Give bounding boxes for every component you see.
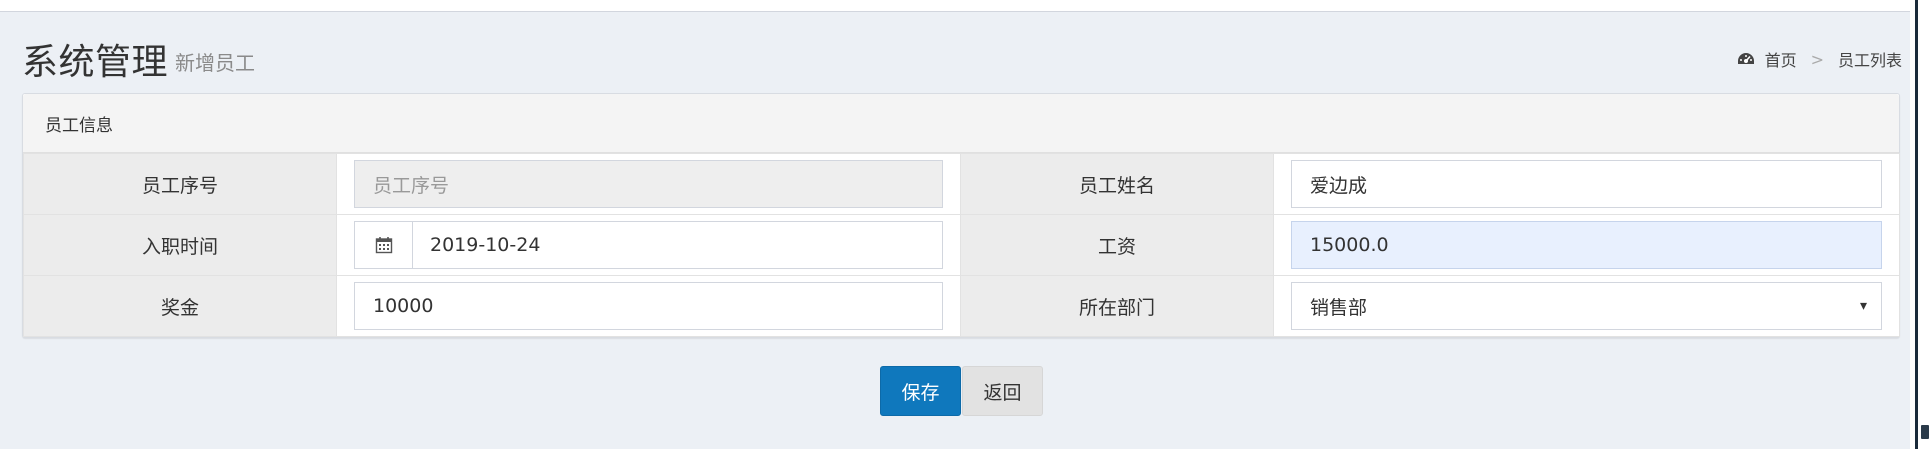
department-label: 所在部门 [960, 275, 1274, 337]
salary-input[interactable]: 15000.0 [1291, 221, 1882, 269]
window-edge-line [1915, 0, 1918, 449]
department-cell: 销售部 ▾ [1273, 275, 1900, 337]
employee-name-input[interactable]: 爱边成 [1291, 160, 1882, 208]
form-row: 入职时间 2019-10-24 工资 15000.0 [23, 214, 1900, 276]
employee-name-label: 员工姓名 [960, 153, 1274, 215]
form-row: 员工序号 员工序号 员工姓名 爱边成 [23, 153, 1900, 215]
employee-name-cell: 爱边成 [1273, 153, 1900, 215]
salary-label: 工资 [960, 214, 1274, 276]
page-subtitle: 新增员工 [175, 51, 255, 75]
content-header: 系统管理 新增员工 首页 > 员工列表 [22, 30, 1902, 83]
employee-info-box: 员工信息 员工序号 员工序号 员工姓名 爱边成 入职时间 2019-10-24 … [22, 93, 1900, 338]
hire-date-value: 2019-10-24 [430, 234, 541, 256]
breadcrumb-home-link[interactable]: 首页 [1765, 47, 1797, 71]
bonus-cell: 10000 [336, 275, 961, 337]
department-value: 销售部 [1310, 296, 1368, 319]
salary-cell: 15000.0 [1273, 214, 1900, 276]
breadcrumb: 首页 > 员工列表 [1737, 47, 1902, 71]
page-title: 系统管理 [22, 42, 169, 83]
bonus-label: 奖金 [23, 275, 337, 337]
breadcrumb-employee-list-link[interactable]: 员工列表 [1838, 47, 1902, 71]
hire-date-input[interactable]: 2019-10-24 [354, 221, 943, 269]
box-title: 员工信息 [23, 94, 1899, 153]
back-button[interactable]: 返回 [962, 366, 1043, 416]
calendar-icon[interactable] [355, 222, 413, 268]
form-row: 奖金 10000 所在部门 销售部 ▾ [23, 275, 1900, 337]
hire-date-cell: 2019-10-24 [336, 214, 961, 276]
department-select[interactable]: 销售部 ▾ [1291, 282, 1882, 330]
employee-form-table: 员工序号 员工序号 员工姓名 爱边成 入职时间 2019-10-24 工资 15… [23, 153, 1900, 337]
employee-no-input[interactable]: 员工序号 [354, 160, 943, 208]
bonus-input[interactable]: 10000 [354, 282, 943, 330]
employee-no-cell: 员工序号 [336, 153, 961, 215]
hire-date-label: 入职时间 [23, 214, 337, 276]
employee-no-label: 员工序号 [23, 153, 337, 215]
window-edge-fragment [1921, 425, 1929, 439]
breadcrumb-separator: > [1810, 49, 1824, 69]
dashboard-icon [1737, 53, 1754, 64]
chevron-down-icon: ▾ [1859, 298, 1867, 314]
save-button[interactable]: 保存 [880, 366, 961, 416]
window-edge [1910, 0, 1929, 449]
top-navbar [0, 0, 1910, 12]
